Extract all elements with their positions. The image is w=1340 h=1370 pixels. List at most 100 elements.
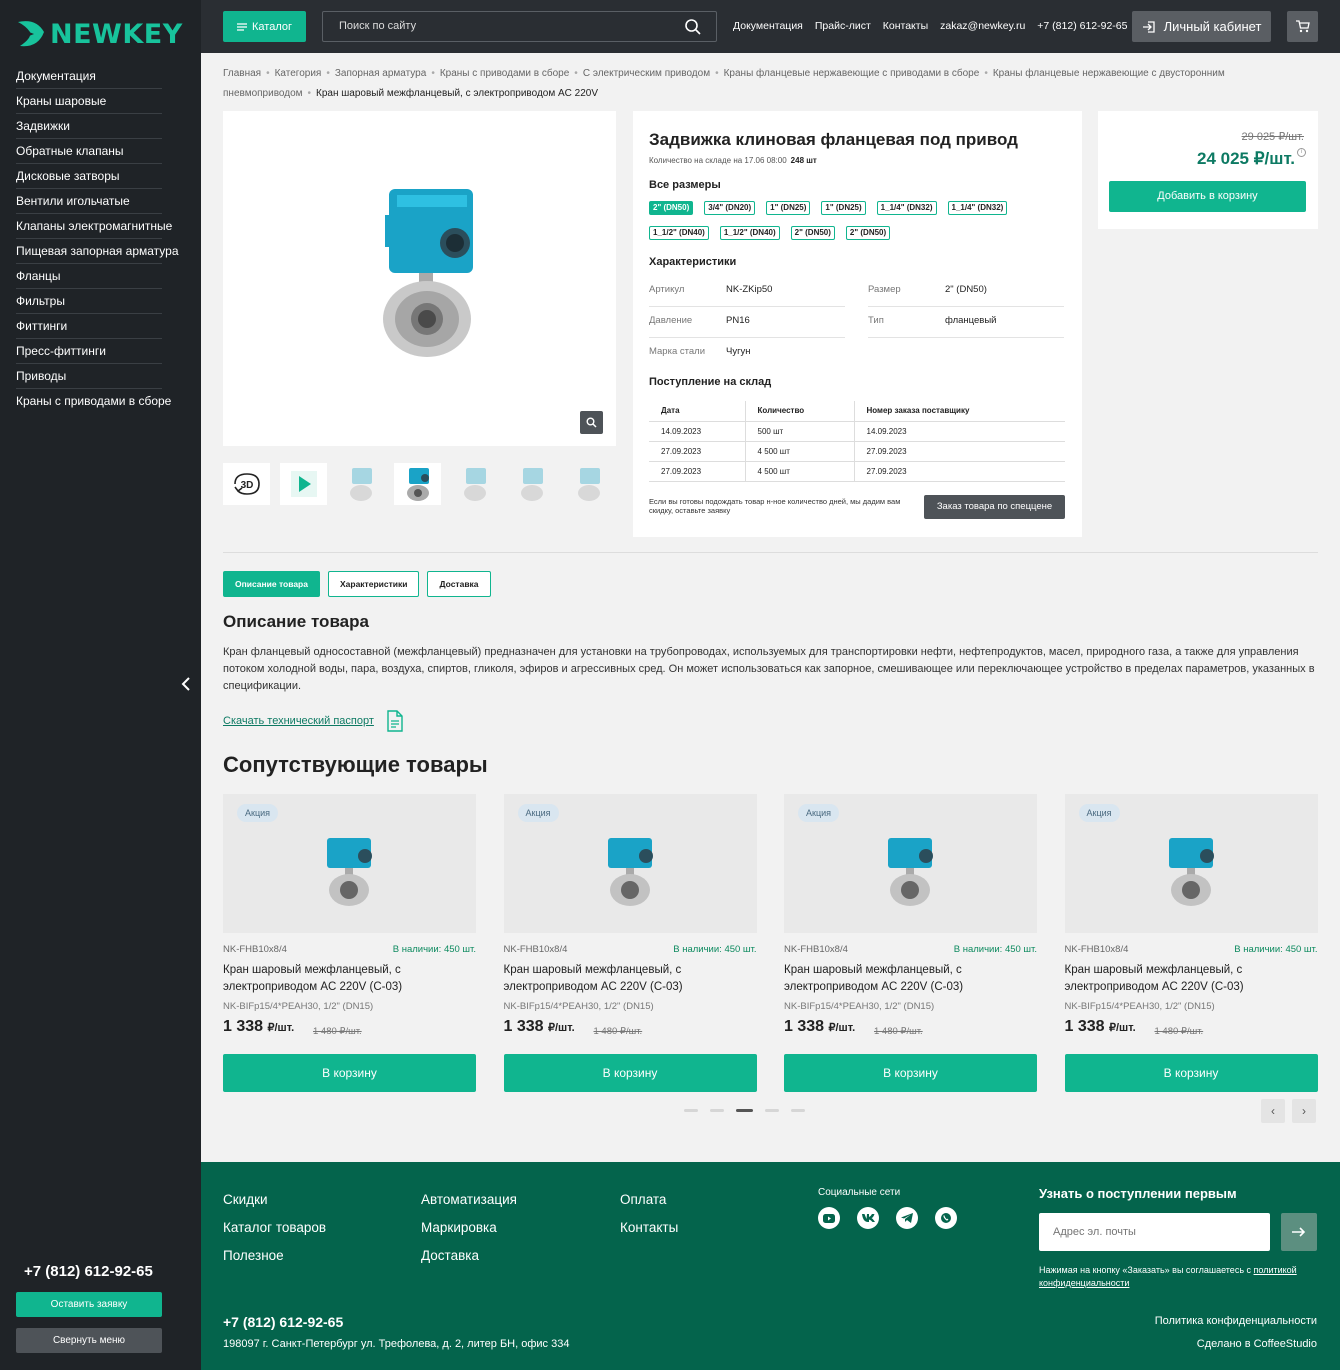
top-nav-link[interactable]: zakaz@newkey.ru [940, 20, 1025, 32]
product-name[interactable]: Кран шаровый межфланцевый, с электроприв… [784, 962, 1037, 996]
thumb-image[interactable] [337, 463, 384, 505]
size-option[interactable]: 1" (DN25) [821, 201, 866, 215]
product-name[interactable]: Кран шаровый межфланцевый, с электроприв… [504, 962, 757, 996]
thumb-3d[interactable]: 3D [223, 463, 270, 505]
size-option[interactable]: 1_1/2" (DN40) [719, 226, 780, 240]
youtube-icon[interactable] [818, 1207, 840, 1229]
cart-button[interactable] [1287, 11, 1318, 42]
leave-request-button[interactable]: Оставить заявку [16, 1292, 162, 1317]
tab-2[interactable]: Доставка [427, 571, 491, 597]
search-input[interactable] [339, 20, 669, 32]
tab-1[interactable]: Характеристики [327, 571, 420, 597]
carousel-dot[interactable] [765, 1109, 779, 1112]
footer-link[interactable]: Скидки [223, 1186, 326, 1214]
sidebar-item[interactable]: Пресс-фиттинги [16, 339, 162, 364]
sidebar-item[interactable]: Дисковые затворы [16, 164, 162, 189]
product-card-image[interactable]: Акция [223, 794, 476, 933]
sidebar-phone[interactable]: +7 (812) 612-92-65 [24, 1263, 153, 1280]
top-nav-link[interactable]: Контакты [883, 20, 928, 32]
size-option[interactable]: 2" (DN50) [649, 201, 694, 215]
thumb-image[interactable] [508, 463, 555, 505]
sidebar-item[interactable]: Краны с приводами в сборе [16, 389, 171, 414]
collapse-menu-button[interactable]: Свернуть меню [16, 1328, 162, 1353]
footer-phone[interactable]: +7 (812) 612-92-65 [223, 1314, 343, 1330]
tab-0[interactable]: Описание товара [223, 571, 320, 597]
thumb-image[interactable] [451, 463, 498, 505]
sidebar-item[interactable]: Вентили игольчатые [16, 189, 162, 214]
breadcrumb-link[interactable]: Краны с приводами в сборе [440, 68, 569, 79]
top-nav-link[interactable]: +7 (812) 612-92-65 [1037, 20, 1127, 32]
product-card-image[interactable]: Акция [784, 794, 1037, 933]
product-main-image[interactable] [357, 185, 487, 359]
footer-link[interactable]: Контакты [620, 1214, 678, 1242]
telegram-icon[interactable] [896, 1207, 918, 1229]
subscribe-button[interactable] [1281, 1213, 1317, 1251]
info-icon[interactable]: i [1297, 148, 1306, 157]
search-icon[interactable] [684, 18, 702, 36]
carousel-dot[interactable] [684, 1109, 698, 1112]
size-option[interactable]: 1_1/2" (DN40) [649, 226, 709, 240]
footer-link[interactable]: Полезное [223, 1242, 326, 1270]
account-button[interactable]: Личный кабинет [1132, 11, 1271, 42]
logo[interactable]: NEWKEY [16, 18, 183, 50]
product-name[interactable]: Кран шаровый межфланцевый, с электроприв… [1065, 962, 1318, 996]
footer-link[interactable]: Оплата [620, 1186, 678, 1214]
collapse-sidebar-arrow-icon[interactable] [180, 676, 194, 694]
sidebar-item[interactable]: Фиттинги [16, 314, 162, 339]
download-passport-link[interactable]: Скачать технический паспорт [223, 710, 404, 732]
footer-link[interactable]: Маркировка [421, 1214, 517, 1242]
footer-link[interactable]: Доставка [421, 1242, 517, 1270]
carousel-dot[interactable] [736, 1109, 753, 1112]
sidebar-item[interactable]: Клапаны электромагнитные [16, 214, 172, 239]
vk-icon[interactable] [857, 1207, 879, 1229]
whatsapp-icon[interactable] [935, 1207, 957, 1229]
breadcrumb-link[interactable]: Краны фланцевые нержавеющие с приводами … [724, 68, 980, 79]
footer-link[interactable]: Каталог товаров [223, 1214, 326, 1242]
sidebar-item[interactable]: Обратные клапаны [16, 139, 162, 164]
sidebar-item[interactable]: Задвижки [16, 114, 162, 139]
sidebar-item[interactable]: Краны шаровые [16, 89, 162, 114]
product-card-image[interactable]: Акция [1064, 794, 1318, 933]
size-option[interactable]: 2" (DN50) [790, 226, 835, 240]
breadcrumb-link[interactable]: Категория [275, 68, 322, 79]
add-to-cart-button[interactable]: В корзину [223, 1054, 476, 1092]
footer-link[interactable]: Автоматизация [421, 1186, 517, 1214]
size-option[interactable]: 1" (DN25) [766, 201, 811, 215]
catalog-button[interactable]: Каталог [223, 11, 306, 42]
sidebar-item[interactable]: Фильтры [16, 289, 162, 314]
carousel-dot[interactable] [710, 1109, 724, 1112]
thumb-image-active[interactable] [394, 463, 441, 505]
product-name[interactable]: Кран шаровый межфланцевый, с электроприв… [223, 962, 476, 996]
footer-made-by[interactable]: Сделано в CoffeeStudio [1197, 1338, 1317, 1350]
add-to-cart-button[interactable]: Добавить в корзину [1109, 181, 1306, 212]
current-price: 24 025 ₽/шт. [1197, 149, 1295, 168]
email-field[interactable] [1039, 1213, 1270, 1251]
thumb-video[interactable] [280, 463, 327, 505]
top-nav-link[interactable]: Документация [733, 20, 803, 32]
top-nav-link[interactable]: Прайс-лист [815, 20, 871, 32]
size-option[interactable]: 1_1/4" (DN32) [876, 201, 937, 215]
add-to-cart-button[interactable]: В корзину [1064, 1054, 1318, 1092]
carousel-next-button[interactable]: › [1292, 1099, 1316, 1123]
carousel-prev-button[interactable]: ‹ [1261, 1099, 1285, 1123]
special-order-button[interactable]: Заказ товара по спеццене [924, 495, 1065, 519]
size-option[interactable]: 1_1/4" (DN32) [947, 201, 1008, 215]
table-row: 27.09.2023 4 500 шт 27.09.2023 [649, 441, 1065, 462]
sidebar-item[interactable]: Пищевая запорная арматура [16, 239, 179, 264]
footer-policy-link[interactable]: Политика конфиденциальности [1155, 1315, 1317, 1327]
product-old-price: 1 480 ₽/шт. [593, 1026, 643, 1037]
breadcrumb-link[interactable]: Запорная арматура [335, 68, 426, 79]
sidebar-item[interactable]: Фланцы [16, 264, 162, 289]
size-option[interactable]: 3/4" (DN20) [704, 201, 756, 215]
product-card-image[interactable]: Акция [503, 794, 757, 933]
breadcrumb-link[interactable]: Главная [223, 68, 261, 79]
size-option[interactable]: 2" (DN50) [845, 226, 891, 240]
add-to-cart-button[interactable]: В корзину [784, 1054, 1037, 1092]
add-to-cart-button[interactable]: В корзину [503, 1054, 757, 1092]
sidebar-item[interactable]: Приводы [16, 364, 162, 389]
zoom-button[interactable] [580, 411, 603, 434]
sidebar-item[interactable]: Документация [16, 64, 162, 89]
carousel-dot[interactable] [791, 1109, 805, 1112]
breadcrumb-link[interactable]: С электрическим приводом [583, 68, 710, 79]
thumb-image[interactable] [565, 463, 612, 505]
